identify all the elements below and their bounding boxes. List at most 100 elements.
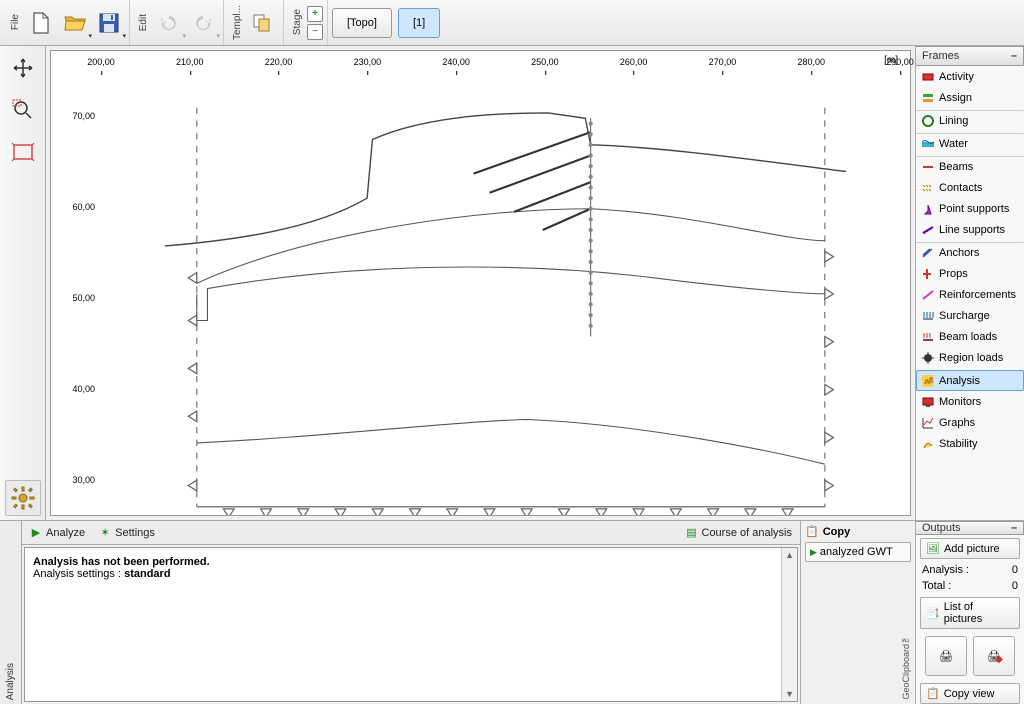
ruler-x-tick: 200,00 [87, 57, 115, 67]
frame-item-label: Anchors [939, 247, 979, 259]
frame-item-beams[interactable]: Beams [916, 156, 1024, 177]
new-file-button[interactable] [25, 7, 57, 39]
play-icon: ▶ [30, 527, 42, 539]
ruler-y-tick: 40,00 [72, 384, 95, 394]
printer-color-icon: 🖨◆ [987, 650, 1001, 663]
frame-item-label: Beams [939, 161, 973, 173]
frame-item-line-supports[interactable]: Line supports [916, 219, 1024, 240]
frame-item-point-supports[interactable]: Point supports [916, 198, 1024, 219]
reinforcements-icon [921, 288, 935, 302]
copy-view-button[interactable]: 📋Copy view [920, 683, 1020, 704]
play-small-icon: ▶ [810, 547, 817, 558]
stage-remove-button[interactable]: − [307, 24, 323, 40]
frame-item-monitors[interactable]: Monitors [916, 391, 1024, 412]
model-svg [101, 81, 910, 515]
frame-item-label: Monitors [939, 396, 981, 408]
frame-item-stability[interactable]: Stability [916, 433, 1024, 454]
frame-item-activity[interactable]: Activity [916, 66, 1024, 87]
analysis-msg-value: standard [124, 568, 170, 580]
frames-header: Frames – [916, 46, 1024, 66]
file-group: File ▾ ▾ [4, 0, 130, 45]
new-file-icon [29, 11, 53, 35]
copy-icon: 📋 [805, 525, 819, 538]
region-loads-icon [921, 351, 935, 365]
stage-add-button[interactable]: + [307, 6, 323, 22]
analysis-settings-button[interactable]: ✶Settings [99, 527, 155, 539]
ruler-y-tick: 70,00 [72, 111, 95, 121]
outputs-minimize-button[interactable]: – [1011, 522, 1017, 534]
frame-item-assign[interactable]: Assign [916, 87, 1024, 108]
frame-item-label: Assign [939, 92, 972, 104]
frame-item-region-loads[interactable]: Region loads [916, 347, 1024, 368]
zoom-icon [11, 98, 35, 122]
print-button[interactable]: 🖨 [925, 636, 967, 676]
open-file-button[interactable]: ▾ [59, 7, 91, 39]
copy-panel: 📋Copy ▶analyzed GWT GeoClipboard™ [800, 521, 915, 704]
main-area: 200,00210,00220,00230,00240,00250,00260,… [0, 46, 1024, 520]
frames-minimize-button[interactable]: – [1011, 50, 1017, 62]
add-picture-button[interactable]: 🖼Add picture [920, 538, 1020, 559]
drawing-area[interactable] [101, 81, 910, 515]
frame-item-reinforcements[interactable]: Reinforcements [916, 284, 1024, 305]
ruler-x-tick: 230,00 [354, 57, 382, 67]
analysis-msg-title: Analysis has not been performed. [33, 556, 210, 568]
plus-icon: + [312, 8, 318, 19]
copy-view-icon: 📋 [926, 687, 940, 700]
bottom-area: Analysis ▶Analyze ✶Settings ▤Course of a… [0, 520, 1024, 704]
activity-icon [921, 70, 935, 84]
frame-item-label: Props [939, 268, 968, 280]
extents-button[interactable] [5, 134, 41, 170]
zoom-tool-button[interactable] [5, 92, 41, 128]
bottom-side-label: Analysis [0, 521, 22, 704]
frame-item-label: Line supports [939, 224, 1005, 236]
add-picture-icon: 🖼 [926, 542, 940, 555]
undo-button[interactable]: ▾ [153, 7, 185, 39]
settings-button[interactable] [5, 480, 41, 516]
stage-group: Stage + − [286, 0, 328, 45]
monitors-icon [921, 395, 935, 409]
redo-button[interactable]: ▾ [187, 7, 219, 39]
list-of-pictures-button[interactable]: 📑List of pictures [920, 597, 1020, 629]
ruler-x-tick: 240,00 [442, 57, 470, 67]
analysis-count-row: Analysis :0 [916, 562, 1024, 578]
frame-item-label: Point supports [939, 203, 1009, 215]
frame-item-props[interactable]: Props [916, 263, 1024, 284]
model-canvas[interactable]: 200,00210,00220,00230,00240,00250,00260,… [50, 50, 911, 516]
frame-item-anchors[interactable]: Anchors [916, 242, 1024, 263]
stage-label: Stage [290, 7, 305, 37]
analysis-msg-prefix: Analysis settings : [33, 568, 124, 580]
anchors-icon [921, 246, 935, 260]
tab-topo[interactable]: [Topo] [332, 8, 392, 38]
analyze-button[interactable]: ▶Analyze [30, 527, 85, 539]
frame-item-contacts[interactable]: Contacts [916, 177, 1024, 198]
frame-item-beam-loads[interactable]: Beam loads [916, 326, 1024, 347]
beams-icon [921, 160, 935, 174]
output-scrollbar[interactable]: ▲▼ [781, 548, 797, 701]
course-of-analysis-button[interactable]: ▤Course of analysis [686, 527, 793, 539]
scroll-down-icon[interactable]: ▼ [785, 689, 794, 699]
print-color-button[interactable]: 🖨◆ [973, 636, 1015, 676]
tab-stage-1[interactable]: [1] [398, 8, 440, 38]
frame-item-label: Contacts [939, 182, 982, 194]
analysis-icon [921, 374, 935, 388]
frame-item-lining[interactable]: Lining [916, 110, 1024, 131]
move-icon [11, 56, 35, 80]
scroll-up-icon[interactable]: ▲ [785, 550, 794, 560]
frame-item-label: Analysis [939, 375, 980, 387]
frame-item-surcharge[interactable]: Surcharge [916, 305, 1024, 326]
frame-item-water[interactable]: Water [916, 133, 1024, 154]
frame-item-label: Lining [939, 115, 968, 127]
save-button[interactable]: ▾ [93, 7, 125, 39]
frame-item-analysis[interactable]: Analysis [916, 370, 1024, 391]
template-label: Templ... [230, 3, 245, 42]
frame-item-label: Activity [939, 71, 974, 83]
frame-item-graphs[interactable]: Graphs [916, 412, 1024, 433]
frames-list: Activity Assign Lining Water Beams Contacts Po… [916, 66, 1024, 520]
analyzed-gwt-button[interactable]: ▶analyzed GWT [805, 542, 911, 562]
template-button[interactable] [247, 7, 279, 39]
pan-tool-button[interactable] [5, 50, 41, 86]
template-group: Templ... [226, 0, 284, 45]
left-tool-strip [0, 46, 46, 520]
ruler-x-tick: 220,00 [265, 57, 293, 67]
analysis-output: Analysis has not been performed. Analysi… [24, 547, 798, 702]
